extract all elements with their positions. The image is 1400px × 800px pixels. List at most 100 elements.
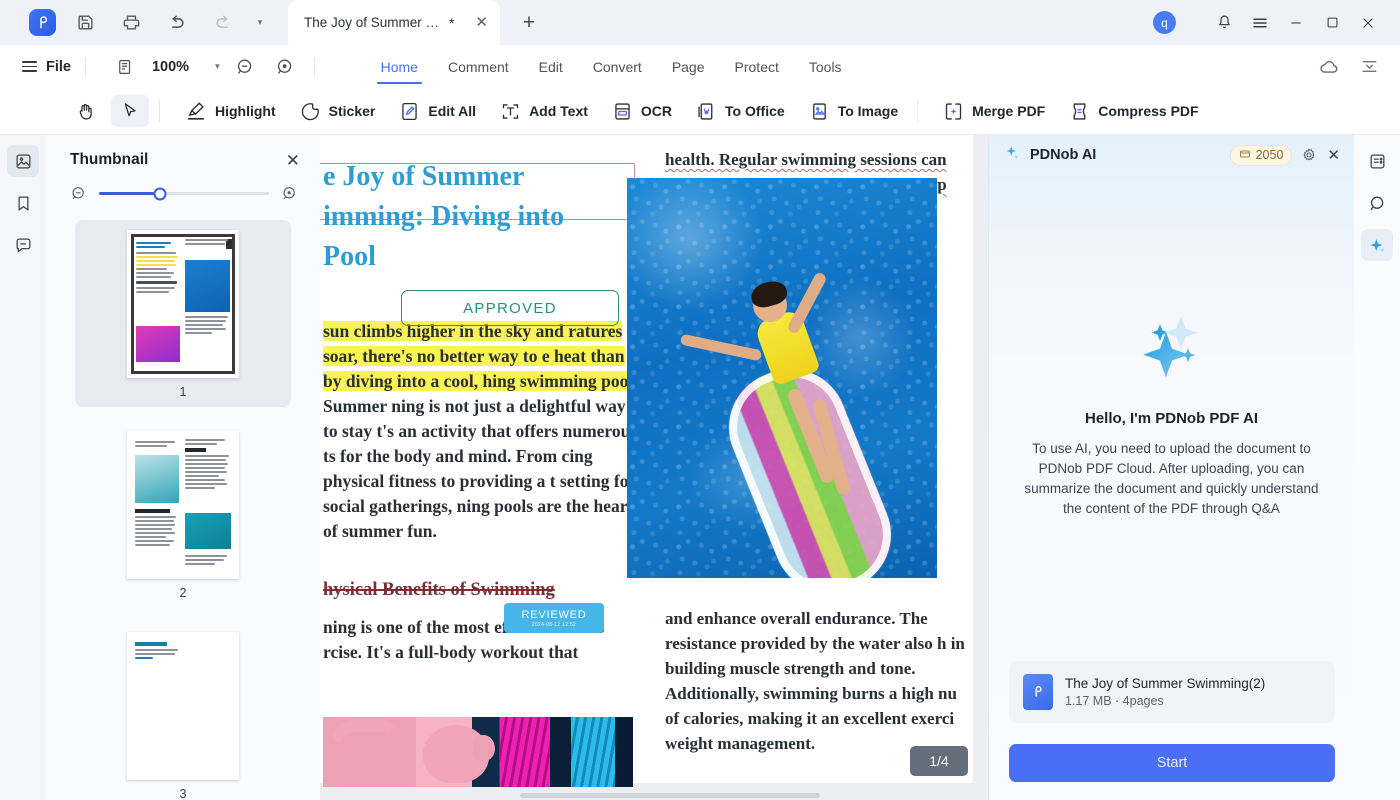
sticker-label: Sticker — [329, 103, 376, 119]
tab-page[interactable]: Page — [672, 45, 705, 88]
tab-close-icon[interactable]: ✕ — [475, 15, 488, 30]
file-menu-button[interactable]: File — [22, 59, 71, 75]
document-paragraph-1: sun climbs higher in the sky and ratures… — [323, 319, 643, 544]
select-cursor-icon[interactable] — [111, 95, 149, 127]
document-title-line-1: e Joy of Summer — [323, 157, 643, 197]
to-office-label: To Office — [725, 103, 785, 119]
sticker-button[interactable]: Sticker — [291, 95, 385, 127]
flamingo-float-photo — [323, 717, 633, 787]
save-icon[interactable] — [68, 6, 102, 40]
pdnob-logo-icon — [29, 9, 56, 36]
thumbnail-page-number: 2 — [180, 586, 187, 600]
reviewed-stamp-date: 2024-08-12 12:52 — [532, 622, 576, 628]
print-icon[interactable] — [114, 6, 148, 40]
thumbnail-page-number: 1 — [180, 385, 187, 399]
thumbnail-preview — [127, 632, 239, 780]
undo-icon[interactable] — [160, 6, 194, 40]
thumbnail-zoom-in-icon[interactable] — [281, 185, 298, 202]
to-office-icon — [696, 101, 717, 122]
document-left-column: e Joy of Summer imming: Diving into Pool… — [323, 157, 643, 665]
close-button[interactable] — [1350, 5, 1386, 41]
zoom-level-value[interactable]: 100% — [152, 59, 189, 75]
highlight-label: Highlight — [215, 103, 276, 119]
to-office-button[interactable]: To Office — [687, 95, 794, 127]
tab-title: The Joy of Summer Sw... — [304, 15, 446, 30]
maximize-button[interactable] — [1314, 5, 1350, 41]
reviewed-stamp-label: REVIEWED — [521, 609, 586, 621]
thumbnail-zoom-slider[interactable] — [99, 192, 269, 195]
tab-edit[interactable]: Edit — [539, 45, 563, 88]
app-menu-icon[interactable] — [1242, 5, 1278, 41]
properties-panel-icon[interactable] — [1361, 145, 1393, 177]
to-image-icon — [809, 101, 830, 122]
thumbnail-page-3[interactable]: 3 — [75, 622, 291, 800]
tab-protect[interactable]: Protect — [735, 45, 779, 88]
tab-tools[interactable]: Tools — [809, 45, 842, 88]
horizontal-scrollbar[interactable] — [320, 790, 988, 800]
hand-tool-icon[interactable] — [66, 95, 105, 127]
cloud-icon[interactable] — [1314, 52, 1344, 82]
merge-pdf-button[interactable]: Merge PDF — [934, 95, 1054, 127]
ai-settings-gear-icon[interactable] — [1301, 147, 1317, 163]
compress-pdf-icon — [1069, 101, 1090, 122]
thumbnail-page-1[interactable]: 1 — [75, 220, 291, 407]
thumbnail-zoom-slider-handle[interactable] — [154, 187, 167, 200]
avatar[interactable]: q — [1153, 11, 1176, 34]
file-name: The Joy of Summer Swimming(2) — [1065, 676, 1265, 691]
thumbnail-zoom-slider-row — [46, 169, 320, 202]
approved-stamp[interactable]: APPROVED — [401, 290, 619, 326]
tab-home[interactable]: Home — [381, 45, 418, 88]
window-controls-group: q — [1153, 5, 1400, 41]
uploaded-file-card[interactable]: The Joy of Summer Swimming(2) 1.17 MB · … — [1009, 661, 1335, 723]
page-layout-icon[interactable] — [110, 52, 140, 82]
ribbon-tabs: Home Comment Edit Convert Page Protect T… — [381, 45, 842, 88]
redo-icon[interactable] — [206, 6, 240, 40]
thumbnail-zoom-out-icon[interactable] — [70, 185, 87, 202]
thumbnail-panel: Thumbnail ✕ — [46, 135, 320, 800]
tab-comment[interactable]: Comment — [448, 45, 509, 88]
collapse-ribbon-icon[interactable] — [1354, 52, 1384, 82]
zoom-in-icon[interactable] — [270, 52, 300, 82]
minimize-button[interactable] — [1278, 5, 1314, 41]
ai-panel: PDNob AI 2050 ✕ — [988, 135, 1354, 800]
thumbnail-close-icon[interactable]: ✕ — [286, 152, 300, 169]
thumbnail-page-number: 3 — [180, 787, 187, 800]
zoom-dropdown-caret-icon[interactable]: ▾ — [215, 61, 220, 72]
divider — [85, 57, 86, 77]
highlight-button[interactable]: Highlight — [176, 95, 285, 127]
new-tab-button[interactable]: + — [516, 10, 542, 36]
thumbnail-panel-header: Thumbnail ✕ — [46, 135, 320, 169]
edit-all-button[interactable]: Edit All — [390, 95, 485, 127]
ai-panel-close-icon[interactable]: ✕ — [1327, 148, 1340, 163]
ai-credits-badge[interactable]: 2050 — [1230, 145, 1293, 166]
edit-all-label: Edit All — [428, 103, 476, 119]
to-image-button[interactable]: To Image — [800, 95, 907, 127]
quick-access-caret-icon[interactable]: ▾ — [250, 17, 270, 28]
divider — [159, 100, 160, 122]
notification-bell-icon[interactable] — [1206, 5, 1242, 41]
highlight-icon — [185, 100, 207, 122]
thumbnail-panel-title: Thumbnail — [70, 151, 148, 169]
tab-convert[interactable]: Convert — [593, 45, 642, 88]
ai-credits-value: 2050 — [1256, 148, 1284, 162]
start-button[interactable]: Start — [1009, 744, 1335, 782]
ocr-button[interactable]: OCR — [603, 95, 681, 127]
ai-assistant-icon[interactable] — [1361, 229, 1393, 261]
compress-pdf-button[interactable]: Compress PDF — [1060, 95, 1207, 127]
reviewed-stamp[interactable]: REVIEWED 2024-08-12 12:52 — [504, 603, 604, 633]
ai-description: To use AI, you need to upload the docume… — [1019, 439, 1324, 519]
thumbnail-panel-icon[interactable] — [7, 145, 39, 177]
file-menu-label: File — [46, 59, 71, 75]
search-icon[interactable] — [1361, 187, 1393, 219]
document-tab[interactable]: The Joy of Summer Sw... * ✕ — [288, 0, 500, 45]
comment-panel-icon[interactable] — [7, 229, 39, 261]
add-text-button[interactable]: Add Text — [491, 95, 597, 127]
zoom-out-icon[interactable] — [230, 52, 260, 82]
to-image-label: To Image — [838, 103, 898, 119]
thumbnail-page-2[interactable]: 2 — [75, 421, 291, 608]
ocr-label: OCR — [641, 103, 672, 119]
document-viewport[interactable]: e Joy of Summer imming: Diving into Pool… — [320, 135, 988, 800]
ai-hero-sparkle-icon — [1019, 310, 1324, 384]
bookmark-panel-icon[interactable] — [7, 187, 39, 219]
compress-pdf-label: Compress PDF — [1098, 103, 1198, 119]
